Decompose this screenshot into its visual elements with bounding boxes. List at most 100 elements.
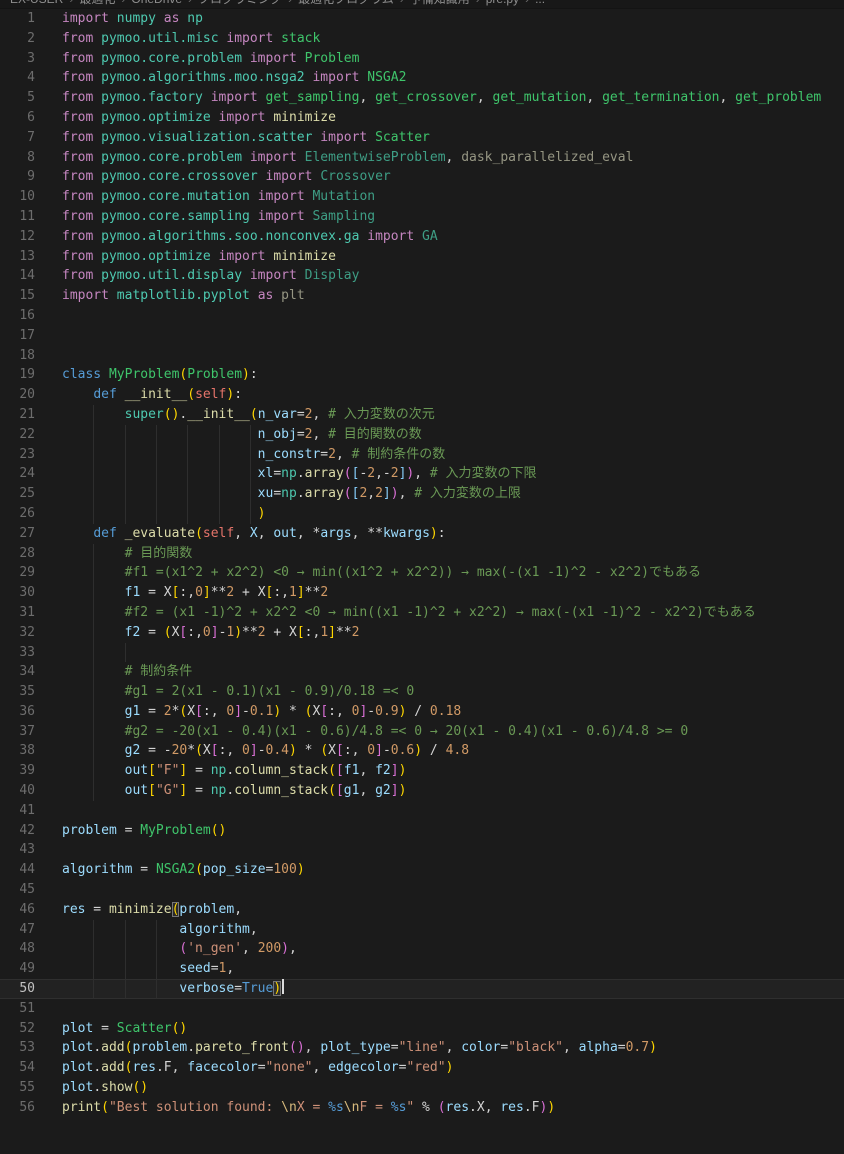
line-number[interactable]: 8 [0, 148, 47, 168]
line-number[interactable]: 37 [0, 722, 47, 742]
breadcrumb-item[interactable]: 予備知識用 [410, 0, 470, 6]
code-token: ] [375, 743, 383, 758]
code-token: plot [62, 1040, 93, 1055]
code-token: "line" [399, 1040, 446, 1055]
indent-guide [250, 464, 251, 484]
line-number[interactable]: 13 [0, 247, 47, 267]
line-number[interactable]: 41 [0, 801, 47, 821]
line-number[interactable]: 6 [0, 108, 47, 128]
line-number[interactable]: 29 [0, 563, 47, 583]
line-number[interactable]: 46 [0, 900, 47, 920]
line-number[interactable]: 12 [0, 227, 47, 247]
line-number[interactable]: 2 [0, 29, 47, 49]
code-text: from pymoo.util.misc import stack [47, 29, 844, 49]
line-number[interactable]: 30 [0, 583, 47, 603]
breadcrumb-item[interactable]: プログラミング [198, 0, 282, 6]
breadcrumb-item[interactable]: OneDrive [131, 0, 182, 6]
line-number[interactable]: 16 [0, 306, 47, 326]
line-number[interactable]: 35 [0, 682, 47, 702]
line-number[interactable]: 43 [0, 840, 47, 860]
breadcrumb-item[interactable]: 最適化 [79, 0, 115, 6]
code-token: = [140, 625, 163, 640]
indent-guide [125, 425, 126, 445]
line-number[interactable]: 4 [0, 68, 47, 88]
line-number[interactable]: 14 [0, 266, 47, 286]
line-number[interactable]: 5 [0, 88, 47, 108]
code-text: from pymoo.core.problem import Problem [47, 49, 844, 69]
line-number[interactable]: 19 [0, 365, 47, 385]
code-text: def __init__(self): [47, 385, 844, 405]
code-token: numpy [117, 11, 164, 26]
line-number[interactable]: 28 [0, 544, 47, 564]
line-number[interactable]: 39 [0, 761, 47, 781]
code-token: ( [328, 783, 336, 798]
code-editor[interactable]: 1import numpy as np2from pymoo.util.misc… [0, 9, 844, 1154]
line-number[interactable]: 52 [0, 1019, 47, 1039]
line-number[interactable]: 25 [0, 484, 47, 504]
code-token: , [399, 486, 415, 501]
breadcrumb-item[interactable]: EX-USER [10, 0, 63, 6]
line-number[interactable]: 40 [0, 781, 47, 801]
line-number[interactable]: 7 [0, 128, 47, 148]
code-token: add [101, 1040, 124, 1055]
line-number[interactable]: 32 [0, 623, 47, 643]
line-number[interactable]: 11 [0, 207, 47, 227]
line-number[interactable]: 56 [0, 1098, 47, 1118]
line-number[interactable]: 54 [0, 1058, 47, 1078]
line-number[interactable]: 3 [0, 49, 47, 69]
line-number[interactable]: 22 [0, 425, 47, 445]
line-number[interactable]: 23 [0, 445, 47, 465]
breadcrumb-item[interactable]: pre.py [486, 0, 519, 6]
line-number[interactable]: 47 [0, 920, 47, 940]
line-number[interactable]: 18 [0, 346, 47, 366]
code-token: algorithm [62, 862, 132, 877]
line-number[interactable]: 17 [0, 326, 47, 346]
line-number[interactable]: 10 [0, 187, 47, 207]
line-number[interactable]: 42 [0, 821, 47, 841]
line-number[interactable]: 20 [0, 385, 47, 405]
code-token: from [62, 70, 101, 85]
code-text: out["G"] = np.column_stack([g1, g2]) [47, 781, 844, 801]
line-number[interactable]: 38 [0, 741, 47, 761]
indent-guide [156, 959, 157, 979]
line-number[interactable]: 53 [0, 1038, 47, 1058]
indent-guide [125, 445, 126, 465]
code-token [62, 526, 93, 541]
line-number[interactable]: 33 [0, 643, 47, 663]
line-number[interactable]: 36 [0, 702, 47, 722]
line-number[interactable]: 26 [0, 504, 47, 524]
line-number[interactable]: 27 [0, 524, 47, 544]
line-number[interactable]: 21 [0, 405, 47, 425]
line-number[interactable]: 55 [0, 1078, 47, 1098]
indent-guide [156, 504, 157, 524]
code-token: 2 [391, 466, 399, 481]
line-number[interactable]: 1 [0, 9, 47, 29]
breadcrumb-item[interactable]: ... [535, 0, 545, 6]
breadcrumb-item[interactable]: 最適化プログラム [298, 0, 394, 6]
breadcrumb-bar[interactable]: EX-USER›最適化›OneDrive›プログラミング›最適化プログラム›予備… [0, 0, 844, 9]
line-number[interactable]: 51 [0, 999, 47, 1019]
line-number[interactable]: 49 [0, 959, 47, 979]
code-token [62, 447, 258, 462]
line-number[interactable]: 31 [0, 603, 47, 623]
code-text: f2 = (X[:,0]-1)**2 + X[:,1]**2 [47, 623, 844, 643]
indent-guide [93, 445, 94, 465]
line-number[interactable]: 50 [0, 979, 47, 999]
breadcrumb-separator: › [115, 0, 131, 6]
code-token: () [211, 823, 227, 838]
code-line: 31 #f2 = (x1 -1)^2 + x2^2 <0 → min((x1 -… [0, 603, 844, 623]
line-number[interactable]: 44 [0, 860, 47, 880]
line-number[interactable]: 34 [0, 662, 47, 682]
code-token: 0.6 [391, 743, 414, 758]
line-number[interactable]: 24 [0, 464, 47, 484]
code-token: X [328, 743, 336, 758]
line-number[interactable]: 15 [0, 286, 47, 306]
code-token: %s [391, 1100, 407, 1115]
line-number[interactable]: 45 [0, 880, 47, 900]
code-token: () [132, 1080, 148, 1095]
line-number[interactable]: 48 [0, 939, 47, 959]
line-number[interactable]: 9 [0, 167, 47, 187]
code-line: 44algorithm = NSGA2(pop_size=100) [0, 860, 844, 880]
code-line: 37 #g2 = -20(x1 - 0.4)(x1 - 0.6)/4.8 =< … [0, 722, 844, 742]
code-token: , [250, 922, 258, 937]
